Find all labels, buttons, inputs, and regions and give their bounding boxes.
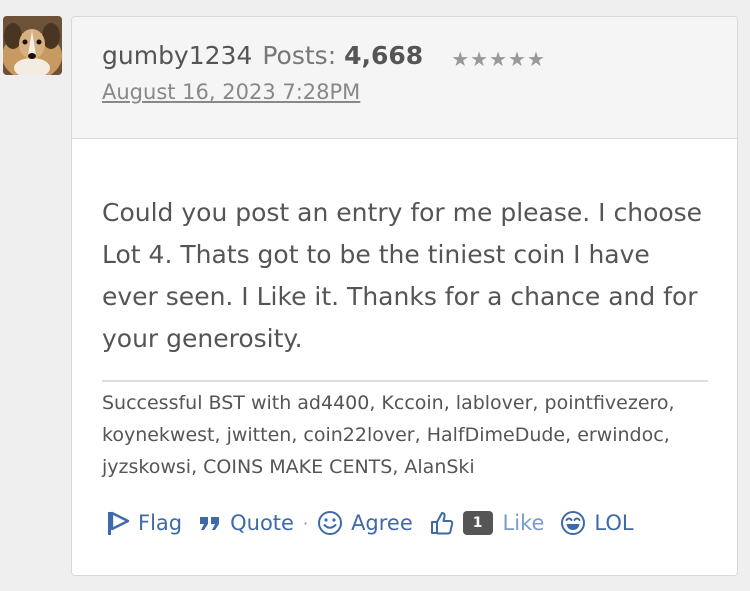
star-icon: ★ [451,47,470,71]
flag-icon [108,511,130,535]
comment-card: gumby1234 Posts: 4,668 ★ ★ ★ ★ ★ August … [71,16,738,576]
author-username[interactable]: gumby1234 [102,41,252,70]
quote-label: Quote [230,511,294,535]
author-avatar[interactable] [3,16,62,75]
flag-label: Flag [138,511,183,535]
posts-label: Posts: [262,41,337,70]
like-label: Like [502,511,545,535]
reaction-separator: · [302,513,309,533]
quote-button[interactable]: Quote [198,511,294,535]
comment-header: gumby1234 Posts: 4,668 ★ ★ ★ ★ ★ August … [72,17,737,139]
dog-avatar-image [3,16,62,75]
star-icon: ★ [489,47,508,71]
laughing-face-icon [561,511,586,535]
star-icon: ★ [526,47,545,71]
star-icon: ★ [508,47,526,71]
smile-icon [318,511,343,535]
reaction-bar: Flag Quote · Agree 1 Like LOL [106,510,634,536]
user-signature: Successful BST with ad4400, Kccoin, labl… [102,392,675,478]
signature-divider [102,380,708,382]
lol-label: LOL [594,511,634,535]
posts-count: 4,668 [344,41,424,70]
thumbs-up-icon [430,512,454,535]
comment-body: Could you post an entry for me please. I… [102,198,703,353]
quote-icon [200,517,220,530]
agree-button[interactable]: Agree [317,510,413,536]
like-button[interactable]: 1 Like [429,510,545,536]
lol-button[interactable]: LOL [560,510,634,536]
post-date-link[interactable]: August 16, 2023 7:28PM [102,80,360,104]
author-line: gumby1234 Posts: 4,668 ★ ★ ★ ★ ★ [102,41,737,70]
like-count-badge: 1 [462,511,493,535]
star-icon: ★ [470,47,489,71]
agree-label: Agree [351,511,413,535]
flag-button[interactable]: Flag [106,510,182,536]
rank-stars: ★ ★ ★ ★ ★ [451,49,545,69]
